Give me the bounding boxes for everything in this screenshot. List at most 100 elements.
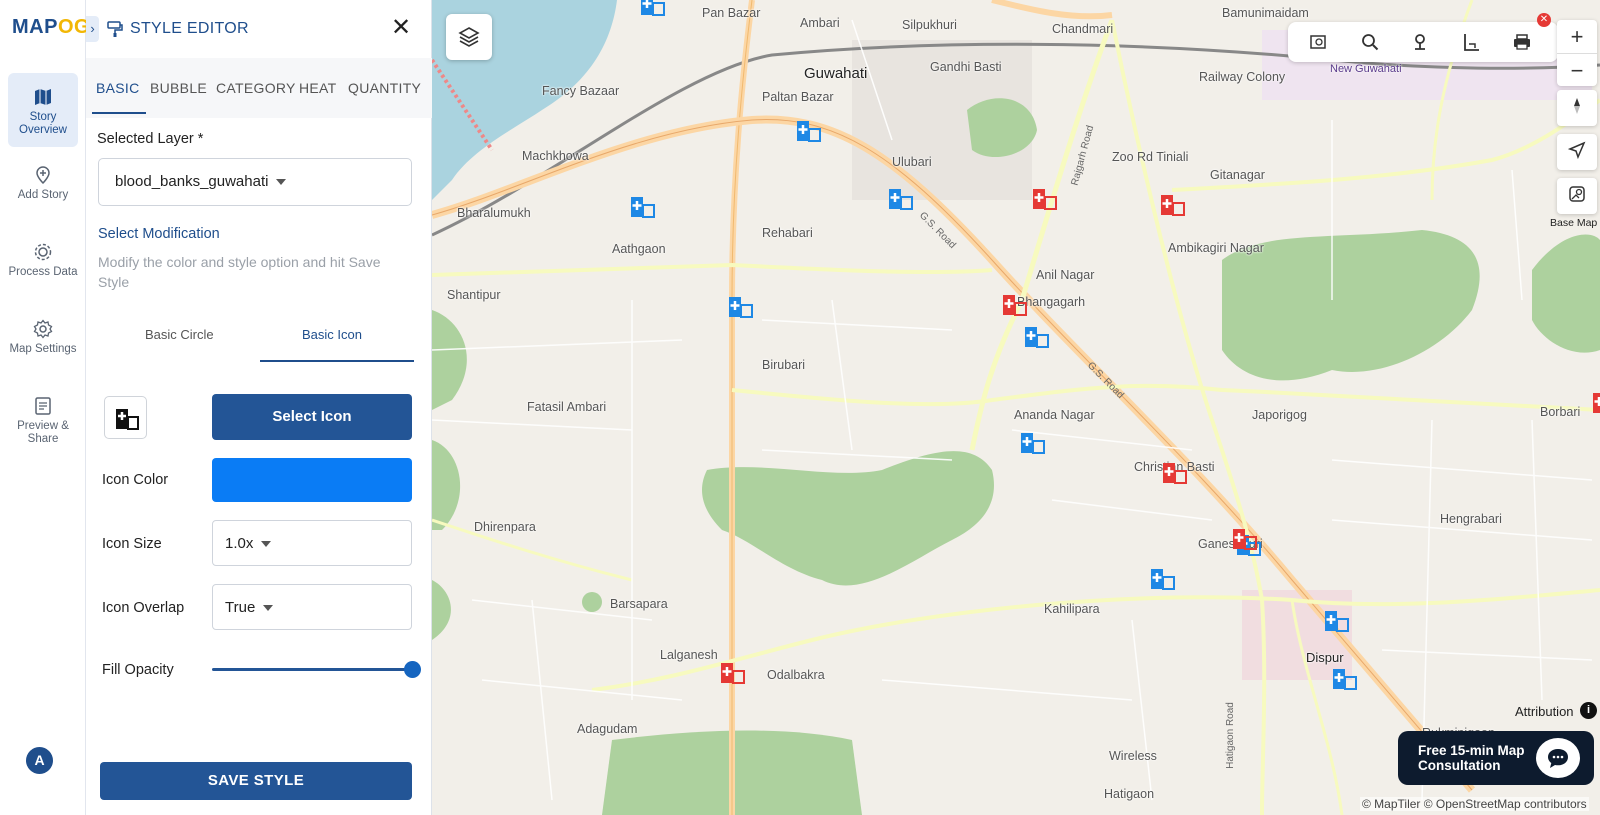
icon-preview — [104, 396, 147, 439]
compass-icon — [1574, 98, 1580, 114]
blood-bank-marker-blue[interactable] — [888, 188, 914, 210]
tab-bubble[interactable]: BUBBLE — [150, 80, 207, 96]
basemap-control — [1557, 178, 1597, 214]
icon-overlap-dropdown[interactable]: True — [212, 584, 412, 630]
style-editor-panel: › STYLE EDITOR ✕ BASIC BUBBLE CATEGORY H… — [86, 0, 432, 815]
place-label: Hatigaon — [1104, 787, 1155, 801]
measure-icon[interactable] — [1461, 32, 1481, 52]
rail-item-add-story[interactable]: Add Story — [8, 151, 78, 225]
place-label: Zoo Rd Tiniali — [1112, 150, 1189, 164]
chevron-down-icon — [263, 605, 274, 612]
blood-bank-marker-blue[interactable] — [1324, 610, 1350, 632]
blood-bank-marker-blue[interactable] — [728, 296, 754, 318]
preview-share-icon — [8, 396, 78, 418]
blood-bank-marker-blue[interactable] — [640, 0, 666, 16]
blood-bank-marker-red[interactable] — [1160, 194, 1186, 216]
place-label: Pan Bazar — [702, 6, 761, 20]
save-style-button[interactable]: SAVE STYLE — [100, 762, 412, 800]
zoom-controls: + − — [1557, 20, 1597, 86]
pin-icon[interactable] — [1410, 32, 1430, 52]
chevron-down-icon — [276, 179, 287, 186]
active-tab-indicator — [92, 112, 146, 114]
tab-basic[interactable]: BASIC — [96, 80, 140, 96]
blood-bank-marker-red[interactable] — [720, 662, 746, 684]
selected-layer-label: Selected Layer * — [97, 131, 204, 147]
map-search-icon[interactable] — [1308, 32, 1328, 52]
basemap-button[interactable] — [1557, 178, 1597, 214]
free-consultation-button[interactable]: Free 15-min Map Consultation — [1398, 731, 1594, 785]
place-label: Chandmari — [1052, 22, 1114, 36]
rail-item-process-data[interactable]: Process Data — [8, 228, 78, 302]
zoom-in-button[interactable]: + — [1557, 20, 1597, 53]
blood-bank-marker-blue[interactable] — [630, 196, 656, 218]
panel-title: STYLE EDITOR — [130, 20, 249, 37]
place-label: New Guwahati — [1330, 63, 1402, 75]
place-label: Ambikagiri Nagar — [1168, 241, 1264, 255]
rail-item-map-settings[interactable]: Map Settings — [8, 305, 78, 379]
blood-bank-marker-red[interactable] — [1002, 294, 1028, 316]
modification-title: Select Modification — [98, 226, 220, 242]
basemap-icon — [1569, 186, 1585, 202]
blood-bank-marker-red[interactable] — [1162, 462, 1188, 484]
blood-bank-marker-blue[interactable] — [1020, 432, 1046, 454]
locate-button[interactable] — [1557, 134, 1597, 170]
icon-size-dropdown[interactable]: 1.0x — [212, 520, 412, 566]
navigation-arrow-icon — [1567, 141, 1586, 160]
rail-item-story-overview[interactable]: Story Overview — [8, 73, 78, 147]
tab-quantity[interactable]: QUANTITY — [348, 80, 421, 96]
locate-control — [1557, 134, 1597, 170]
subtab-basic-circle[interactable]: Basic Circle — [145, 327, 214, 342]
info-icon[interactable]: i — [1580, 702, 1597, 719]
place-label: Railway Colony — [1199, 70, 1286, 84]
place-label: Fancy Bazaar — [542, 84, 620, 98]
chat-bubble-icon[interactable] — [1536, 738, 1580, 778]
place-label: Bharalumukh — [457, 206, 531, 220]
road-label: Hatigaon Road — [1224, 702, 1236, 769]
place-label: Ulubari — [892, 155, 932, 169]
place-label: Fatasil Ambari — [527, 400, 607, 414]
place-label: Kahilipara — [1044, 602, 1100, 616]
place-label: Shantipur — [447, 288, 501, 302]
left-nav-rail: MAPOG Story Overview Add Story Process D… — [0, 0, 90, 815]
close-icon[interactable]: ✕ — [390, 16, 412, 40]
blood-bank-marker-red[interactable] — [1232, 528, 1258, 550]
icon-overlap-value: True — [225, 599, 256, 616]
layers-button[interactable] — [446, 14, 492, 60]
icon-size-label: Icon Size — [102, 536, 162, 552]
user-avatar[interactable]: A — [26, 747, 53, 774]
fill-opacity-slider-track[interactable] — [212, 668, 412, 671]
place-label: Birubari — [762, 358, 806, 372]
search-icon[interactable] — [1360, 32, 1380, 52]
hospital-building-icon — [116, 409, 139, 430]
blood-bank-marker-blue[interactable] — [1332, 668, 1358, 690]
map-toolbar — [1288, 22, 1558, 62]
print-icon[interactable] — [1512, 32, 1532, 52]
rail-item-label: Story Overview — [19, 111, 67, 136]
rail-item-label: Preview & Share — [17, 420, 69, 445]
place-label: Adagudam — [577, 722, 638, 736]
map-canvas[interactable]: Pan Bazar Ambari Silpukhuri Chandmari Ba… — [432, 0, 1600, 815]
zoom-out-button[interactable]: − — [1557, 53, 1597, 86]
blood-bank-marker-red[interactable] — [1032, 188, 1058, 210]
blood-bank-marker-blue[interactable] — [1024, 326, 1050, 348]
toolbar-close-icon[interactable]: ✕ — [1537, 13, 1551, 27]
mapog-logo[interactable]: MAPOG — [12, 16, 90, 39]
active-subtab-indicator — [260, 360, 414, 362]
tab-heat[interactable]: HEAT — [299, 80, 337, 96]
selected-layer-value: blood_banks_guwahati — [115, 173, 269, 190]
compass-button[interactable] — [1557, 90, 1597, 126]
location-pin-add-icon — [8, 165, 78, 187]
select-icon-button[interactable]: Select Icon — [212, 394, 412, 440]
blood-bank-marker-blue[interactable] — [1150, 568, 1176, 590]
place-label: Anil Nagar — [1036, 268, 1095, 282]
fill-opacity-slider-thumb[interactable] — [404, 661, 421, 678]
selected-layer-dropdown[interactable]: blood_banks_guwahati — [98, 158, 412, 206]
subtab-basic-icon[interactable]: Basic Icon — [302, 327, 362, 342]
rail-item-preview-share[interactable]: Preview & Share — [8, 382, 78, 456]
blood-bank-marker-red[interactable] — [1592, 392, 1600, 414]
icon-color-swatch[interactable] — [212, 458, 412, 502]
blood-bank-marker-blue[interactable] — [796, 120, 822, 142]
tab-category[interactable]: CATEGORY — [216, 80, 296, 96]
place-label: Odalbakra — [767, 668, 825, 682]
basemap-label: Base Map — [1550, 217, 1598, 229]
